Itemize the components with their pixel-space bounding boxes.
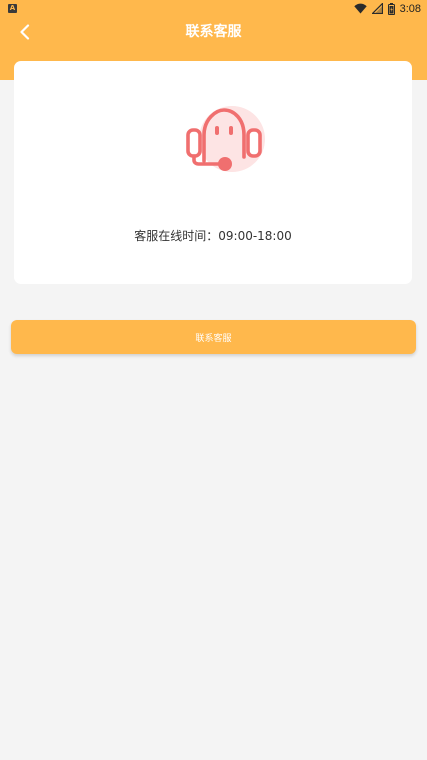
status-indicators: 3:08 <box>353 1 421 16</box>
nav-bar: 联系客服 <box>0 17 427 45</box>
signal-icon <box>371 3 383 14</box>
contact-support-screen: A 3:08 联系客服 客服在线时间：09:00-18:00 联系客服 <box>0 0 427 760</box>
page-title: 联系客服 <box>185 24 242 40</box>
status-time: 3:08 <box>399 2 421 15</box>
service-info-card: 客服在线时间：09:00-18:00 <box>14 61 412 284</box>
headset-service-icon <box>186 106 265 172</box>
status-bar: A 3:08 <box>0 0 427 17</box>
contact-support-button[interactable]: 联系客服 <box>11 320 416 354</box>
wifi-icon <box>353 3 367 14</box>
service-hours-text: 客服在线时间：09:00-18:00 <box>134 229 292 243</box>
battery-icon <box>387 2 395 15</box>
app-notification-icon: A <box>8 4 17 13</box>
